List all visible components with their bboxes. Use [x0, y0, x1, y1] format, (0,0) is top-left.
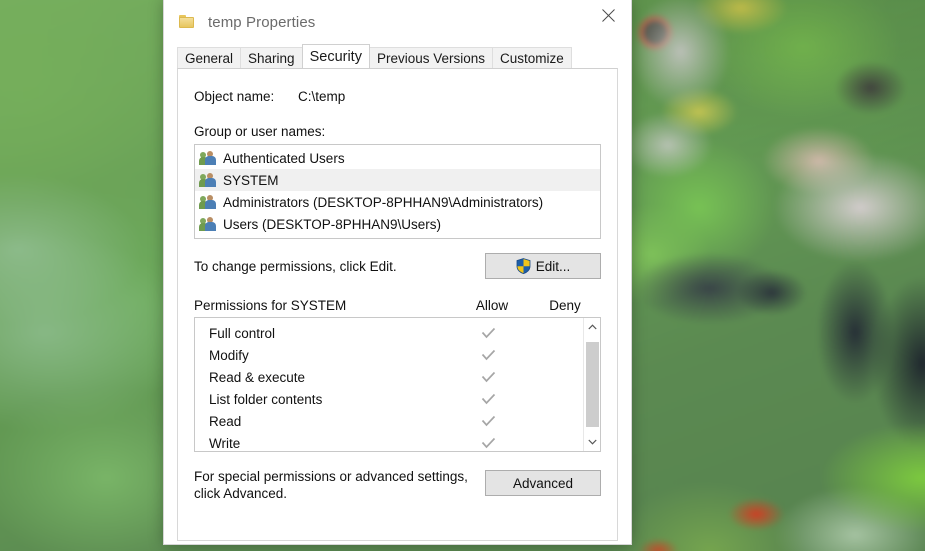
check-icon	[481, 393, 495, 405]
scroll-down-icon[interactable]	[584, 433, 600, 451]
list-item[interactable]: SYSTEM	[195, 169, 600, 191]
security-tab-page: Object name: C:\temp Group or user names…	[177, 68, 618, 541]
list-item[interactable]: Authenticated Users	[195, 147, 600, 169]
advanced-button[interactable]: Advanced	[485, 470, 601, 496]
desktop-screen: temp Properties General Sharing Security…	[0, 0, 925, 551]
permissions-header-row: Permissions for SYSTEM Allow Deny	[194, 298, 601, 313]
tab-general[interactable]: General	[177, 47, 242, 68]
uac-shield-icon	[516, 258, 531, 274]
table-row[interactable]: Read & execute	[195, 366, 583, 388]
object-name-value: C:\temp	[298, 89, 346, 104]
object-name-label: Object name:	[194, 89, 275, 104]
permission-name: List folder contents	[209, 391, 323, 407]
permission-name: Full control	[209, 325, 276, 341]
list-item-label: Administrators (DESKTOP-8PHHAN9\Administ…	[223, 194, 544, 210]
column-header-allow: Allow	[475, 298, 509, 313]
tab-security[interactable]: Security	[301, 44, 370, 68]
properties-dialog: temp Properties General Sharing Security…	[163, 0, 632, 545]
table-row[interactable]: Read	[195, 410, 583, 432]
allow-checkbox[interactable]	[451, 371, 525, 383]
close-icon[interactable]	[585, 0, 631, 30]
column-header-deny: Deny	[549, 298, 581, 313]
group-or-user-names-list[interactable]: Authenticated Users SYSTEM Administrator…	[194, 144, 601, 239]
permission-name: Modify	[209, 347, 249, 363]
check-icon	[481, 327, 495, 339]
list-item-label: Authenticated Users	[223, 150, 345, 166]
users-icon	[199, 151, 216, 165]
check-icon	[481, 415, 495, 427]
table-row[interactable]: Modify	[195, 344, 583, 366]
advanced-button-label: Advanced	[512, 475, 574, 491]
group-list-label: Group or user names:	[194, 124, 326, 139]
permission-name: Read & execute	[209, 369, 306, 385]
check-icon	[481, 349, 495, 361]
users-icon	[199, 195, 216, 209]
scroll-up-icon[interactable]	[584, 318, 600, 336]
check-icon	[481, 437, 495, 449]
advanced-row: For special permissions or advanced sett…	[194, 468, 601, 502]
edit-hint-text: To change permissions, click Edit.	[194, 258, 397, 274]
edit-button-label: Edit...	[535, 258, 571, 274]
dialog-titlebar: temp Properties	[164, 0, 631, 44]
edit-permissions-row: To change permissions, click Edit. Edit.…	[194, 253, 601, 279]
tabstrip: General Sharing Security Previous Versio…	[177, 44, 631, 68]
scrollbar-thumb[interactable]	[586, 342, 599, 427]
list-item-label: SYSTEM	[223, 172, 279, 188]
tab-sharing[interactable]: Sharing	[240, 47, 303, 68]
permissions-list[interactable]: Full control Modify Read & execute List …	[194, 317, 601, 452]
list-item[interactable]: Users (DESKTOP-8PHHAN9\Users)	[195, 213, 600, 235]
allow-checkbox[interactable]	[451, 437, 525, 449]
tab-customize[interactable]: Customize	[492, 47, 572, 68]
scrollbar-track[interactable]	[584, 336, 600, 433]
list-item[interactable]: Administrators (DESKTOP-8PHHAN9\Administ…	[195, 191, 600, 213]
dialog-title: temp Properties	[208, 13, 316, 31]
allow-checkbox[interactable]	[451, 415, 525, 427]
object-name-row: Object name: C:\temp	[194, 89, 601, 104]
permissions-scrollbar[interactable]	[583, 318, 600, 451]
users-icon	[199, 217, 216, 231]
allow-checkbox[interactable]	[451, 327, 525, 339]
permission-name: Write	[209, 435, 241, 451]
table-row[interactable]: Write	[195, 432, 583, 451]
users-icon	[199, 173, 216, 187]
allow-checkbox[interactable]	[451, 349, 525, 361]
edit-button[interactable]: Edit...	[485, 253, 601, 279]
permissions-title: Permissions for SYSTEM	[194, 298, 347, 313]
allow-checkbox[interactable]	[451, 393, 525, 405]
permissions-rows: Full control Modify Read & execute List …	[195, 318, 583, 451]
folder-icon	[179, 15, 195, 29]
check-icon	[481, 371, 495, 383]
tab-previous-versions[interactable]: Previous Versions	[368, 47, 494, 68]
advanced-hint-text: For special permissions or advanced sett…	[194, 469, 468, 501]
table-row[interactable]: Full control	[195, 322, 583, 344]
permission-name: Read	[209, 413, 242, 429]
table-row[interactable]: List folder contents	[195, 388, 583, 410]
list-item-label: Users (DESKTOP-8PHHAN9\Users)	[223, 216, 442, 232]
